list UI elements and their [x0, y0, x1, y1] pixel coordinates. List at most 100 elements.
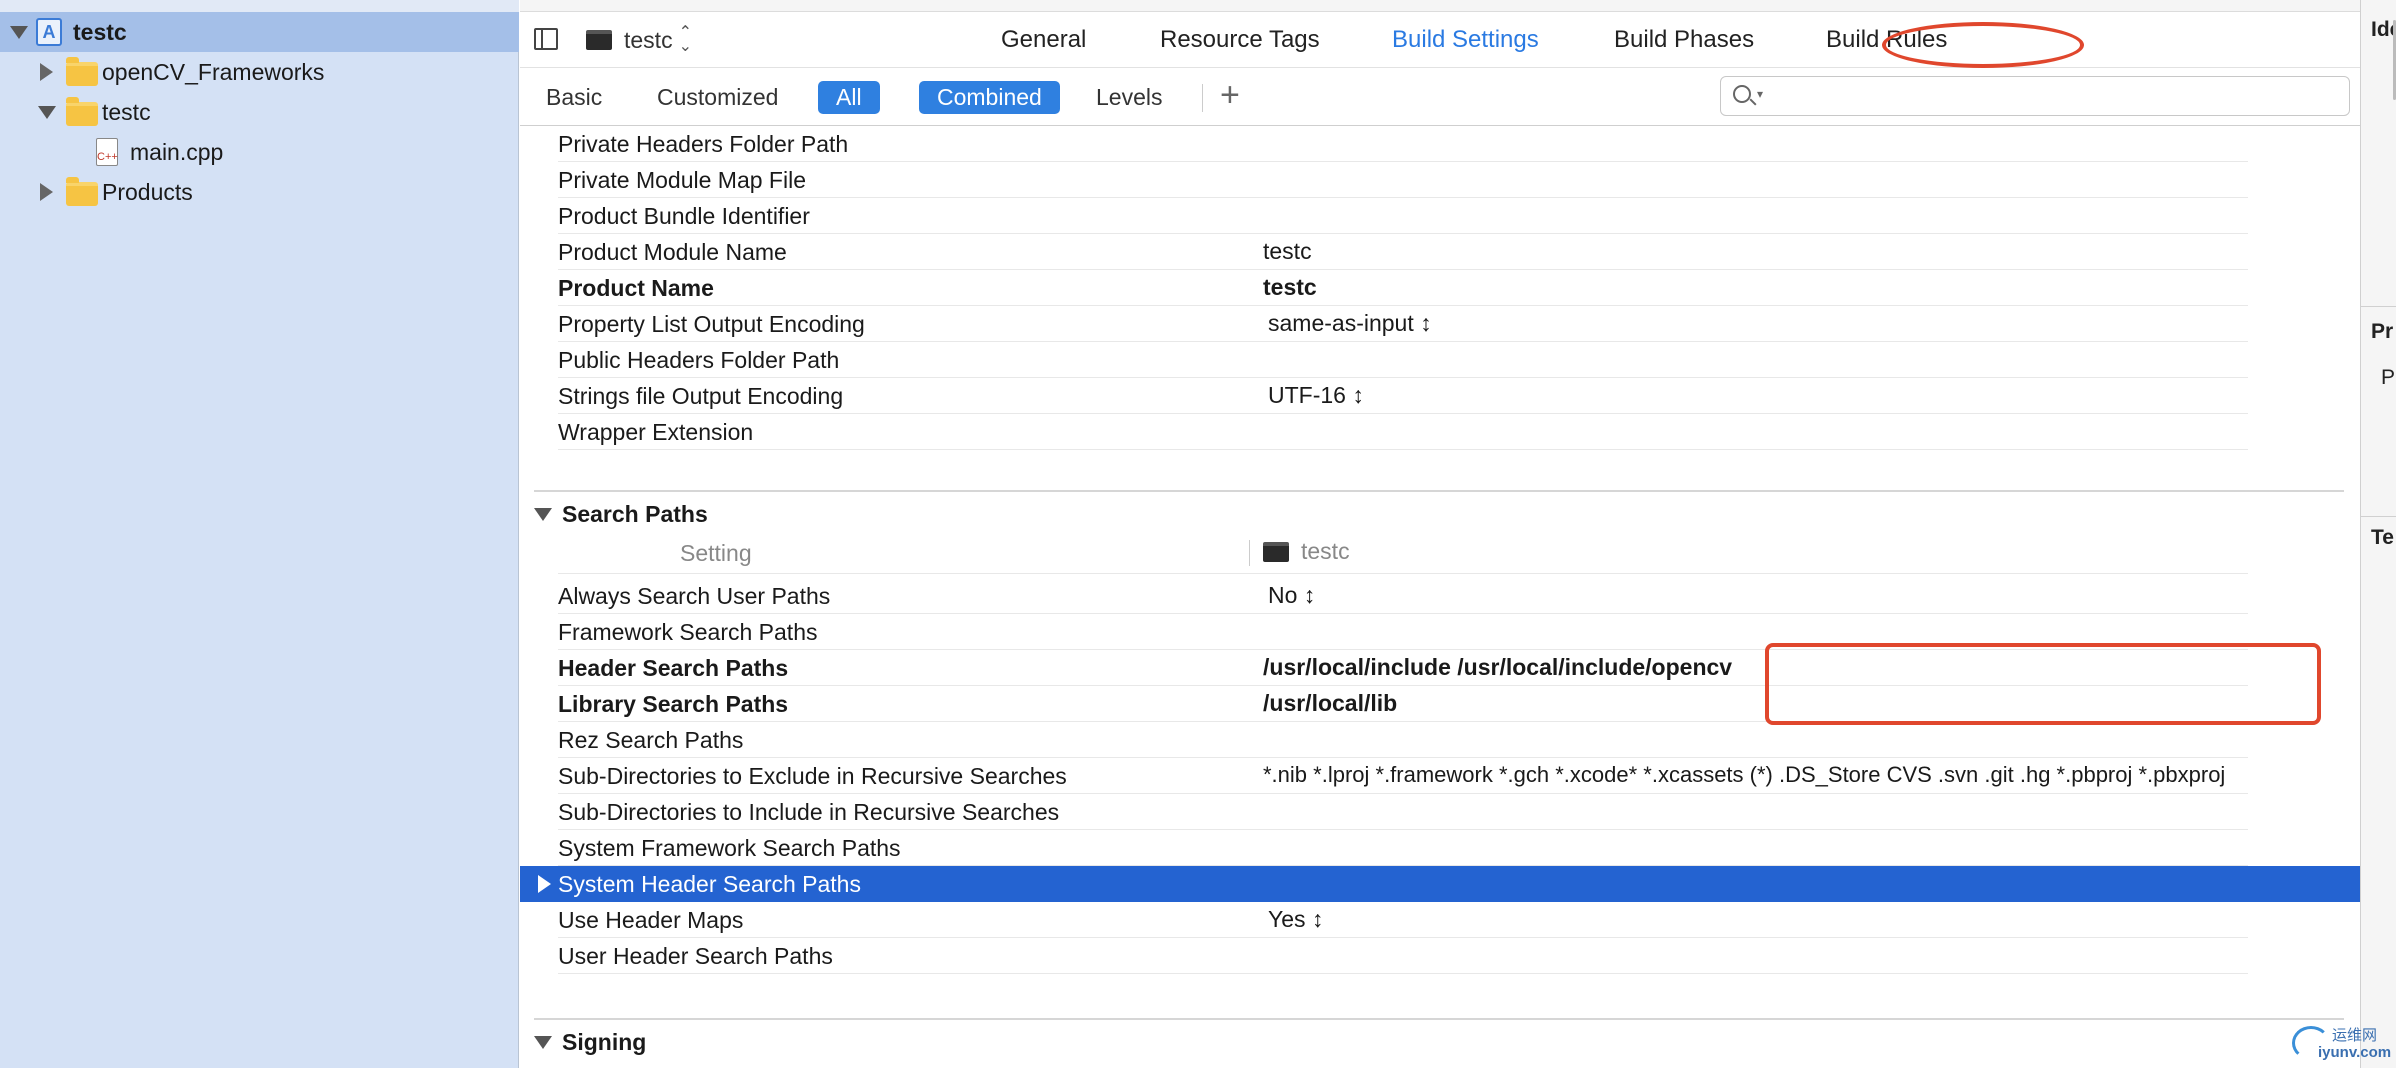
setting-name: Library Search Paths: [558, 691, 789, 717]
section-header-search-paths[interactable]: Search Paths: [534, 496, 708, 532]
chevron-down-icon: ▾: [1757, 87, 1764, 101]
tab-build-settings[interactable]: Build Settings: [1392, 26, 1539, 54]
setting-name: Strings file Output Encoding: [558, 383, 844, 409]
tab-resource-tags[interactable]: Resource Tags: [1160, 26, 1320, 54]
nav-item-main-cpp[interactable]: C++ main.cpp: [0, 132, 519, 172]
site-watermark: 运维网 iyunv.com: [2292, 1024, 2392, 1064]
project-navigator: A testc openCV_Frameworks testc C++ main…: [0, 0, 519, 1068]
section-title: Search Paths: [562, 500, 708, 527]
nav-item-label: main.cpp: [130, 139, 224, 165]
setting-name: User Header Search Paths: [558, 943, 833, 969]
setting-row[interactable]: Strings file Output Encoding UTF-16 ↕: [520, 378, 2360, 414]
nav-item-project-testc[interactable]: A testc: [0, 12, 519, 52]
setting-name: Framework Search Paths: [558, 619, 818, 645]
filter-all-button[interactable]: All: [818, 81, 880, 114]
setting-row[interactable]: Sub-Directories to Exclude in Recursive …: [520, 758, 2360, 794]
filter-customized-button[interactable]: Customized: [657, 81, 778, 114]
setting-name: Product Name: [558, 275, 714, 301]
sidebar-toggle-icon[interactable]: [534, 28, 558, 50]
target-selector[interactable]: testc ⌃ ⌄: [586, 24, 692, 56]
setting-row[interactable]: Public Headers Folder Path: [520, 342, 2360, 378]
nav-item-label: testc: [73, 19, 127, 45]
setting-row[interactable]: Use Header Maps Yes ↕: [520, 902, 2360, 938]
disclosure-collapsed-icon[interactable]: [40, 183, 53, 201]
search-input[interactable]: ▾: [1720, 76, 2350, 116]
setting-row[interactable]: Private Module Map File: [520, 162, 2360, 198]
inspector-divider: [2361, 516, 2396, 517]
setting-row[interactable]: System Framework Search Paths: [520, 830, 2360, 866]
nav-item-testc-group[interactable]: testc: [0, 92, 519, 132]
setting-row[interactable]: Product Name testc: [520, 270, 2360, 306]
column-setting-header: Setting: [680, 540, 752, 566]
setting-row[interactable]: Property List Output Encoding same-as-in…: [520, 306, 2360, 342]
setting-value-popup[interactable]: No ↕: [1268, 582, 1315, 609]
setting-row[interactable]: User Header Search Paths: [520, 938, 2360, 974]
setting-value-popup[interactable]: UTF-16 ↕: [1268, 382, 1364, 409]
setting-row[interactable]: Rez Search Paths: [520, 722, 2360, 758]
section-divider: [534, 490, 2344, 492]
setting-value: /usr/local/lib: [1263, 690, 1398, 716]
setting-name: Product Bundle Identifier: [558, 203, 810, 229]
setting-value: testc: [1263, 274, 1317, 300]
row-divider: [558, 973, 2248, 974]
filter-divider: [1202, 84, 1203, 112]
add-setting-button[interactable]: +: [1220, 76, 1240, 115]
setting-name: Product Module Name: [558, 239, 787, 265]
disclosure-collapsed-icon[interactable]: [538, 875, 551, 893]
setting-row[interactable]: Private Headers Folder Path: [520, 126, 2360, 162]
cpp-file-icon: C++: [96, 138, 118, 166]
folder-icon: [66, 57, 98, 86]
inspector-divider: [2361, 306, 2396, 307]
column-header: Setting testc: [520, 534, 2360, 574]
setting-row-selected[interactable]: System Header Search Paths: [520, 866, 2360, 902]
folder-icon: [66, 177, 98, 206]
filter-basic-button[interactable]: Basic: [546, 81, 602, 114]
setting-row[interactable]: Product Bundle Identifier: [520, 198, 2360, 234]
section-header-signing[interactable]: Signing: [534, 1024, 646, 1060]
column-target-label: testc: [1301, 538, 1350, 564]
setting-name: System Framework Search Paths: [558, 835, 901, 861]
nav-item-label: testc: [102, 99, 151, 125]
setting-name: Wrapper Extension: [558, 419, 754, 445]
setting-value-popup[interactable]: same-as-input ↕: [1268, 310, 1432, 337]
setting-value-popup[interactable]: Yes ↕: [1268, 906, 1323, 933]
disclosure-expanded-icon[interactable]: [534, 1035, 552, 1049]
setting-row[interactable]: Product Module Name testc: [520, 234, 2360, 270]
nav-item-label: Products: [102, 179, 193, 205]
navigator-top-strip: [0, 0, 519, 12]
view-combined-button[interactable]: Combined: [919, 81, 1060, 114]
updown-chevron-icon: ⌃ ⌄: [678, 24, 692, 55]
row-divider: [558, 573, 2248, 574]
disclosure-collapsed-icon[interactable]: [40, 63, 53, 81]
column-divider: [1249, 540, 1250, 566]
settings-list: Private Headers Folder Path Private Modu…: [520, 126, 2360, 1068]
annotation-ellipse: [1882, 22, 2084, 68]
view-levels-button[interactable]: Levels: [1096, 81, 1162, 114]
row-divider: [558, 449, 2248, 450]
disclosure-expanded-icon[interactable]: [534, 507, 552, 521]
watermark-text: 运维网: [2332, 1027, 2378, 1044]
nav-item-products[interactable]: Products: [0, 172, 519, 212]
column-target-header: testc: [1263, 538, 1350, 565]
tab-general[interactable]: General: [1001, 26, 1086, 54]
disclosure-expanded-icon[interactable]: [38, 106, 56, 119]
setting-name: Use Header Maps: [558, 907, 744, 933]
annotation-rectangle: [1765, 643, 2321, 725]
nav-item-opencv-frameworks[interactable]: openCV_Frameworks: [0, 52, 519, 92]
editor-top-strip: [520, 0, 2360, 12]
tab-build-phases[interactable]: Build Phases: [1614, 26, 1754, 54]
disclosure-expanded-icon[interactable]: [10, 26, 28, 39]
setting-row[interactable]: Wrapper Extension: [520, 414, 2360, 450]
inspector-field-label: Pr: [2381, 366, 2396, 389]
setting-row[interactable]: Always Search User Paths No ↕: [520, 578, 2360, 614]
setting-name: Private Module Map File: [558, 167, 806, 193]
setting-name: Header Search Paths: [558, 655, 789, 681]
section-title: Signing: [562, 1028, 647, 1055]
nav-item-label: openCV_Frameworks: [102, 59, 325, 85]
terminal-target-icon: [586, 30, 612, 50]
xcode-project-icon: A: [36, 18, 62, 46]
setting-row[interactable]: Sub-Directories to Include in Recursive …: [520, 794, 2360, 830]
setting-name: Always Search User Paths: [558, 583, 831, 609]
editor-header: testc ⌃ ⌄ General Resource Tags Build Set…: [520, 12, 2360, 68]
watermark-url: iyunv.com: [2318, 1044, 2392, 1061]
